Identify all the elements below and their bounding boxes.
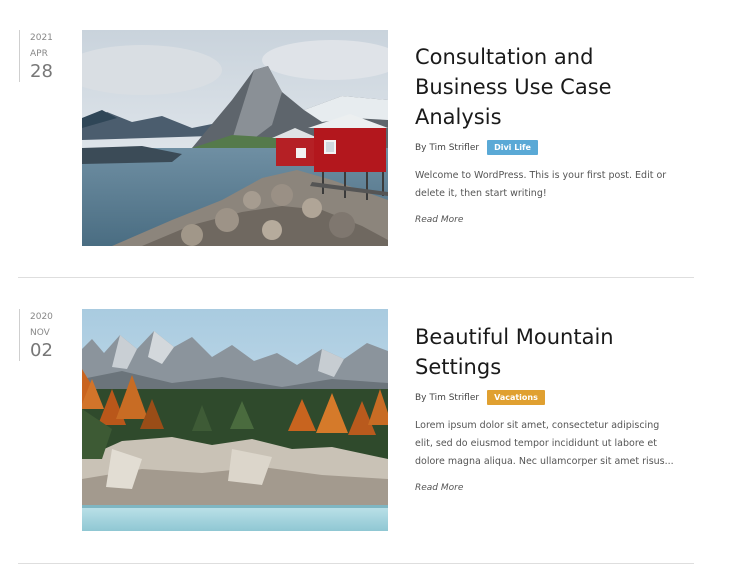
post-month: APR — [30, 49, 48, 59]
post-title[interactable]: Beautiful Mountain Settings — [415, 322, 685, 382]
post-divider — [18, 277, 694, 278]
post-day: 02 — [30, 340, 53, 361]
post-content: Consultation and Business Use Case Analy… — [415, 42, 685, 227]
read-more-link[interactable]: Read More — [415, 215, 463, 225]
post-day: 28 — [30, 61, 53, 82]
read-more-link[interactable]: Read More — [415, 483, 463, 493]
post-date: 2020 NOV 02 — [19, 309, 70, 361]
post-author[interactable]: By Tim Strifler — [415, 393, 479, 403]
post-excerpt: Welcome to WordPress. This is your first… — [415, 170, 667, 199]
category-badge[interactable]: Divi Life — [487, 140, 538, 155]
category-badge[interactable]: Vacations — [487, 390, 545, 405]
post-meta: By Tim Strifler Vacations — [415, 390, 685, 405]
post-content: Beautiful Mountain Settings By Tim Strif… — [415, 322, 685, 495]
post-month: NOV — [30, 328, 50, 338]
post-author[interactable]: By Tim Strifler — [415, 143, 479, 153]
post-thumbnail[interactable] — [82, 309, 388, 531]
post-date: 2021 APR 28 — [19, 30, 70, 82]
post-year: 2021 — [30, 33, 53, 43]
post-divider — [18, 563, 694, 564]
post-excerpt: Lorem ipsum dolor sit amet, consectetur … — [415, 420, 674, 467]
mountain-forest-image — [82, 309, 388, 531]
post-meta: By Tim Strifler Divi Life — [415, 140, 685, 155]
lake-cabin-image — [82, 30, 388, 246]
post-title[interactable]: Consultation and Business Use Case Analy… — [415, 42, 685, 132]
post-thumbnail[interactable] — [82, 30, 388, 246]
post-year: 2020 — [30, 312, 53, 322]
